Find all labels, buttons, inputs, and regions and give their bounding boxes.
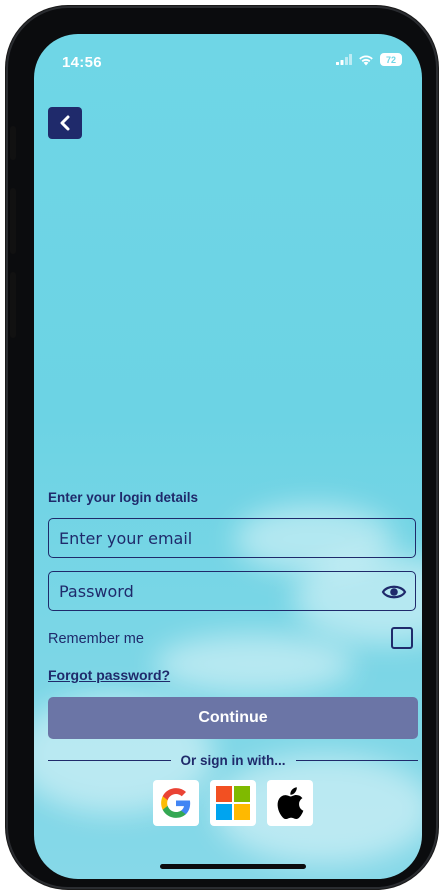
apple-icon xyxy=(277,787,304,820)
status-time: 14:56 xyxy=(62,54,102,71)
email-field[interactable] xyxy=(49,519,415,557)
google-icon xyxy=(161,788,191,818)
google-sign-in-button[interactable] xyxy=(153,780,199,826)
battery-indicator: 72 xyxy=(380,53,402,66)
divider-line-right xyxy=(295,759,419,761)
home-indicator xyxy=(160,864,306,869)
remember-me-checkbox[interactable] xyxy=(391,627,413,649)
status-icons: 72 xyxy=(336,53,402,66)
microsoft-sign-in-button[interactable] xyxy=(210,780,256,826)
eye-icon[interactable] xyxy=(381,581,407,603)
volume-up-button xyxy=(10,188,16,254)
email-field-container xyxy=(48,518,416,558)
password-field[interactable] xyxy=(49,572,415,610)
divider-line-left xyxy=(48,759,171,761)
back-button[interactable] xyxy=(48,107,82,139)
mute-switch xyxy=(10,126,16,160)
forgot-password-link[interactable]: Forgot password? xyxy=(48,667,170,683)
divider-text: Or sign in with... xyxy=(180,752,286,768)
phone-frame: 14:56 72 Enter your login details Enter … xyxy=(6,6,438,889)
wifi-icon xyxy=(359,54,373,65)
continue-button[interactable]: Continue xyxy=(48,697,418,739)
remember-me-label: Remember me xyxy=(48,631,144,647)
cloud xyxy=(154,634,354,694)
apple-sign-in-button[interactable] xyxy=(267,780,313,826)
volume-down-button xyxy=(10,272,16,338)
signal-icon xyxy=(336,54,352,65)
screen: 14:56 72 Enter your login details Enter … xyxy=(34,34,422,879)
section-title: Enter your login details xyxy=(48,490,199,505)
microsoft-icon xyxy=(216,786,250,820)
chevron-left-icon xyxy=(60,115,70,131)
divider: Or sign in with... xyxy=(48,751,419,769)
password-field-container xyxy=(48,571,416,611)
